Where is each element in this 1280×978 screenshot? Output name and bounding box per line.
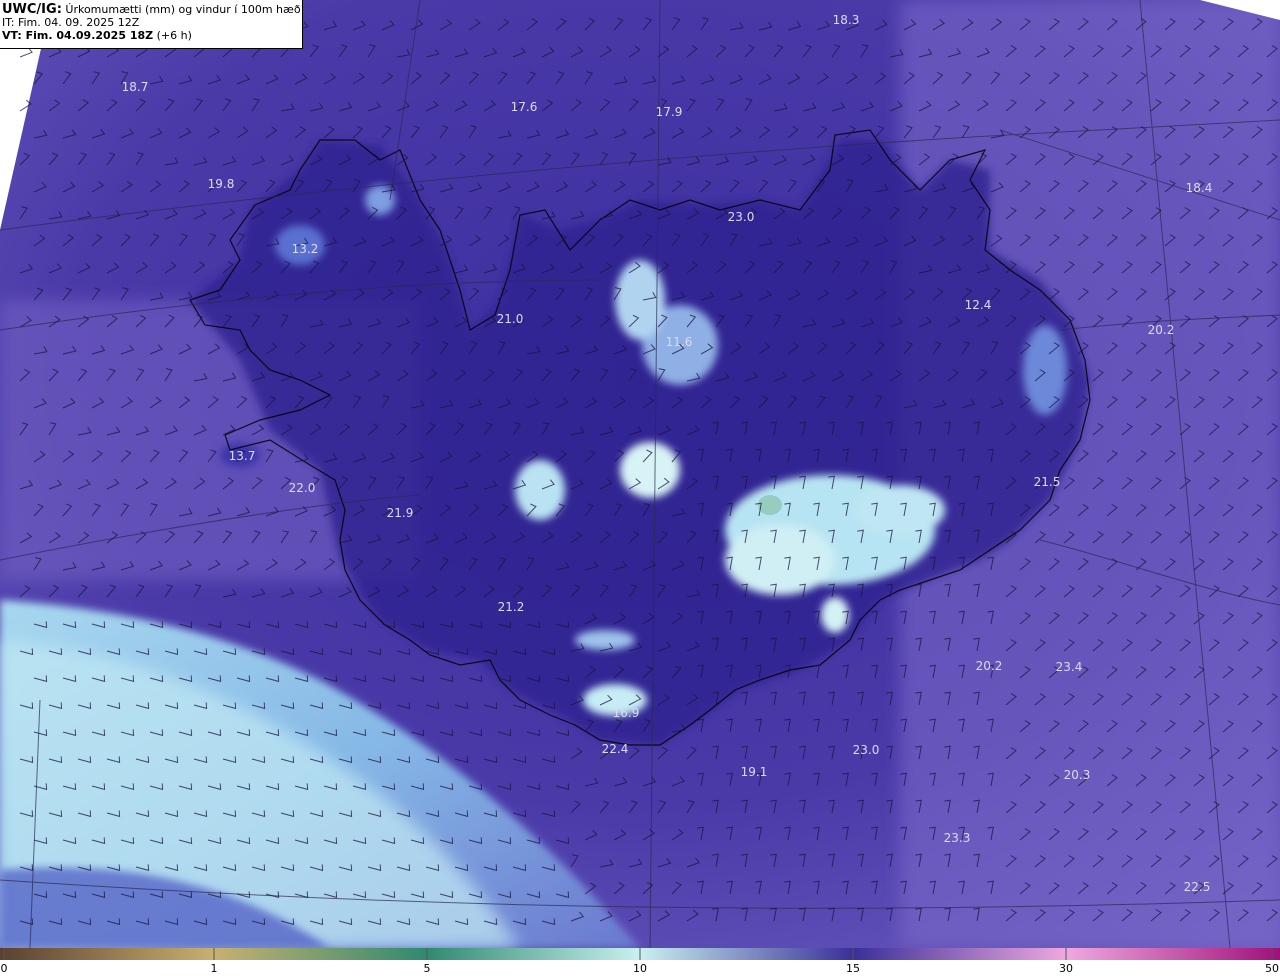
model-name: UWC/IG: (2, 2, 62, 17)
weather-map (0, 0, 1280, 948)
colorbar (0, 948, 1280, 960)
map-title: Úrkomumætti (mm) og vindur í 100m hæð (61, 3, 301, 16)
value-label: 19.8 (207, 177, 235, 191)
precipitation-max-core (758, 495, 782, 515)
value-label: 21.0 (496, 312, 524, 326)
colorbar-tick-label: 1 (210, 962, 218, 975)
value-label: 23.4 (1055, 660, 1083, 674)
value-label: 18.3 (832, 13, 860, 27)
valid-time: VT: Fim. 04.09.2025 18Z (2, 29, 154, 42)
value-label: 13.7 (228, 449, 256, 463)
header-title-line: UWC/IG: Úrkomumætti (mm) og vindur í 100… (2, 3, 302, 16)
value-label: 21.2 (497, 600, 525, 614)
value-label: 16.9 (612, 706, 640, 720)
value-label: 23.0 (852, 743, 880, 757)
value-label: 20.2 (975, 659, 1003, 673)
value-label: 23.0 (727, 210, 755, 224)
forecast-offset: (+6 h) (153, 29, 192, 42)
value-label: 18.7 (121, 80, 149, 94)
value-label: 22.4 (601, 742, 629, 756)
value-label: 20.2 (1147, 323, 1175, 337)
value-label: 22.5 (1183, 880, 1211, 894)
info-box: UWC/IG: Úrkomumætti (mm) og vindur í 100… (0, 0, 303, 49)
colorbar-tick-label: 5 (423, 962, 431, 975)
colorbar-tick-label: 50 (1265, 962, 1279, 975)
value-label: 19.1 (740, 765, 768, 779)
value-label: 22.0 (288, 481, 316, 495)
value-label: 13.2 (291, 242, 319, 256)
colorbar-tick-labels: 0 1 5 10 15 30 50 (0, 962, 1280, 978)
value-label: 17.6 (510, 100, 538, 114)
value-label: 20.3 (1063, 768, 1091, 782)
colorbar-tick-label: 0 (0, 962, 8, 975)
colorbar-tick-label: 10 (633, 962, 647, 975)
init-time: IT: Fim. 04. 09. 2025 12Z (2, 16, 140, 29)
value-label: 12.4 (964, 298, 992, 312)
valid-time-line: VT: Fim. 04.09.2025 18Z (+6 h) (2, 29, 302, 42)
value-label: 21.9 (386, 506, 414, 520)
value-label: 21.5 (1033, 475, 1061, 489)
value-label: 23.3 (943, 831, 971, 845)
value-label: 17.9 (655, 105, 683, 119)
value-label: 18.4 (1185, 181, 1213, 195)
value-label: 11.6 (665, 335, 693, 349)
colorbar-tick-label: 30 (1059, 962, 1073, 975)
colorbar-tick-label: 15 (846, 962, 860, 975)
